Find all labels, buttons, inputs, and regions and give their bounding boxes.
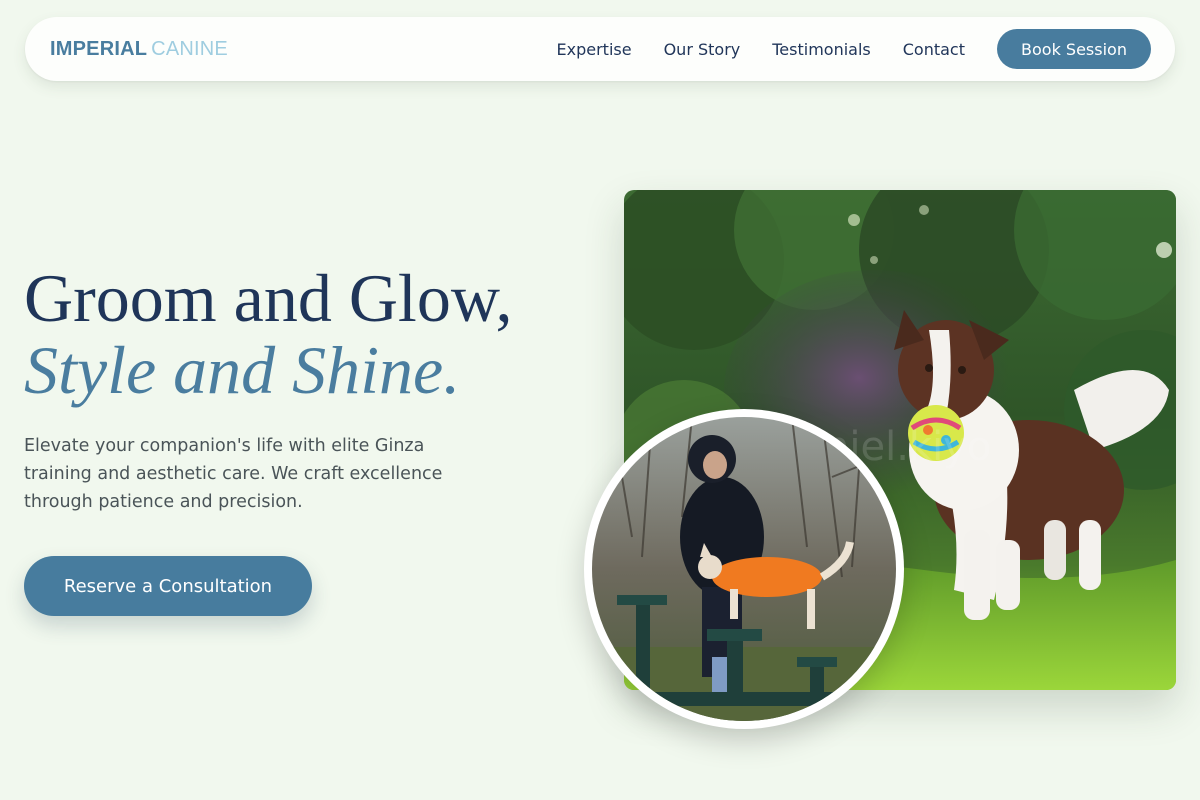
inset-photo-frame (584, 409, 904, 729)
brand-name-strong: IMPERIAL (50, 37, 148, 60)
nav-link-contact[interactable]: Contact (903, 40, 965, 59)
hero-description: Elevate your companion's life with elite… (24, 436, 443, 512)
brand-logo[interactable]: IMPERIAL CANINE (50, 38, 228, 61)
headline-line-2: Style and Shine. (24, 332, 461, 408)
book-session-button[interactable]: Book Session (997, 29, 1151, 69)
nav-links: Expertise Our Story Testimonials Contact… (557, 29, 1151, 69)
page: IMPERIAL CANINE Expertise Our Story Testi… (0, 0, 1200, 800)
nav-link-expertise[interactable]: Expertise (557, 40, 632, 59)
trainer-dog-illustration (592, 417, 896, 721)
inset-photo-trainer-dog (592, 417, 896, 721)
nav-link-testimonials[interactable]: Testimonials (772, 40, 871, 59)
brand-name-light: CANINE (151, 37, 228, 60)
nav-link-our-story[interactable]: Our Story (664, 40, 741, 59)
reserve-consultation-button[interactable]: Reserve a Consultation (24, 556, 312, 616)
headline-line-1: Groom and Glow, (24, 260, 513, 336)
hero-headline: Groom and Glow, Style and Shine. (24, 262, 513, 406)
navbar: IMPERIAL CANINE Expertise Our Story Testi… (25, 17, 1175, 81)
